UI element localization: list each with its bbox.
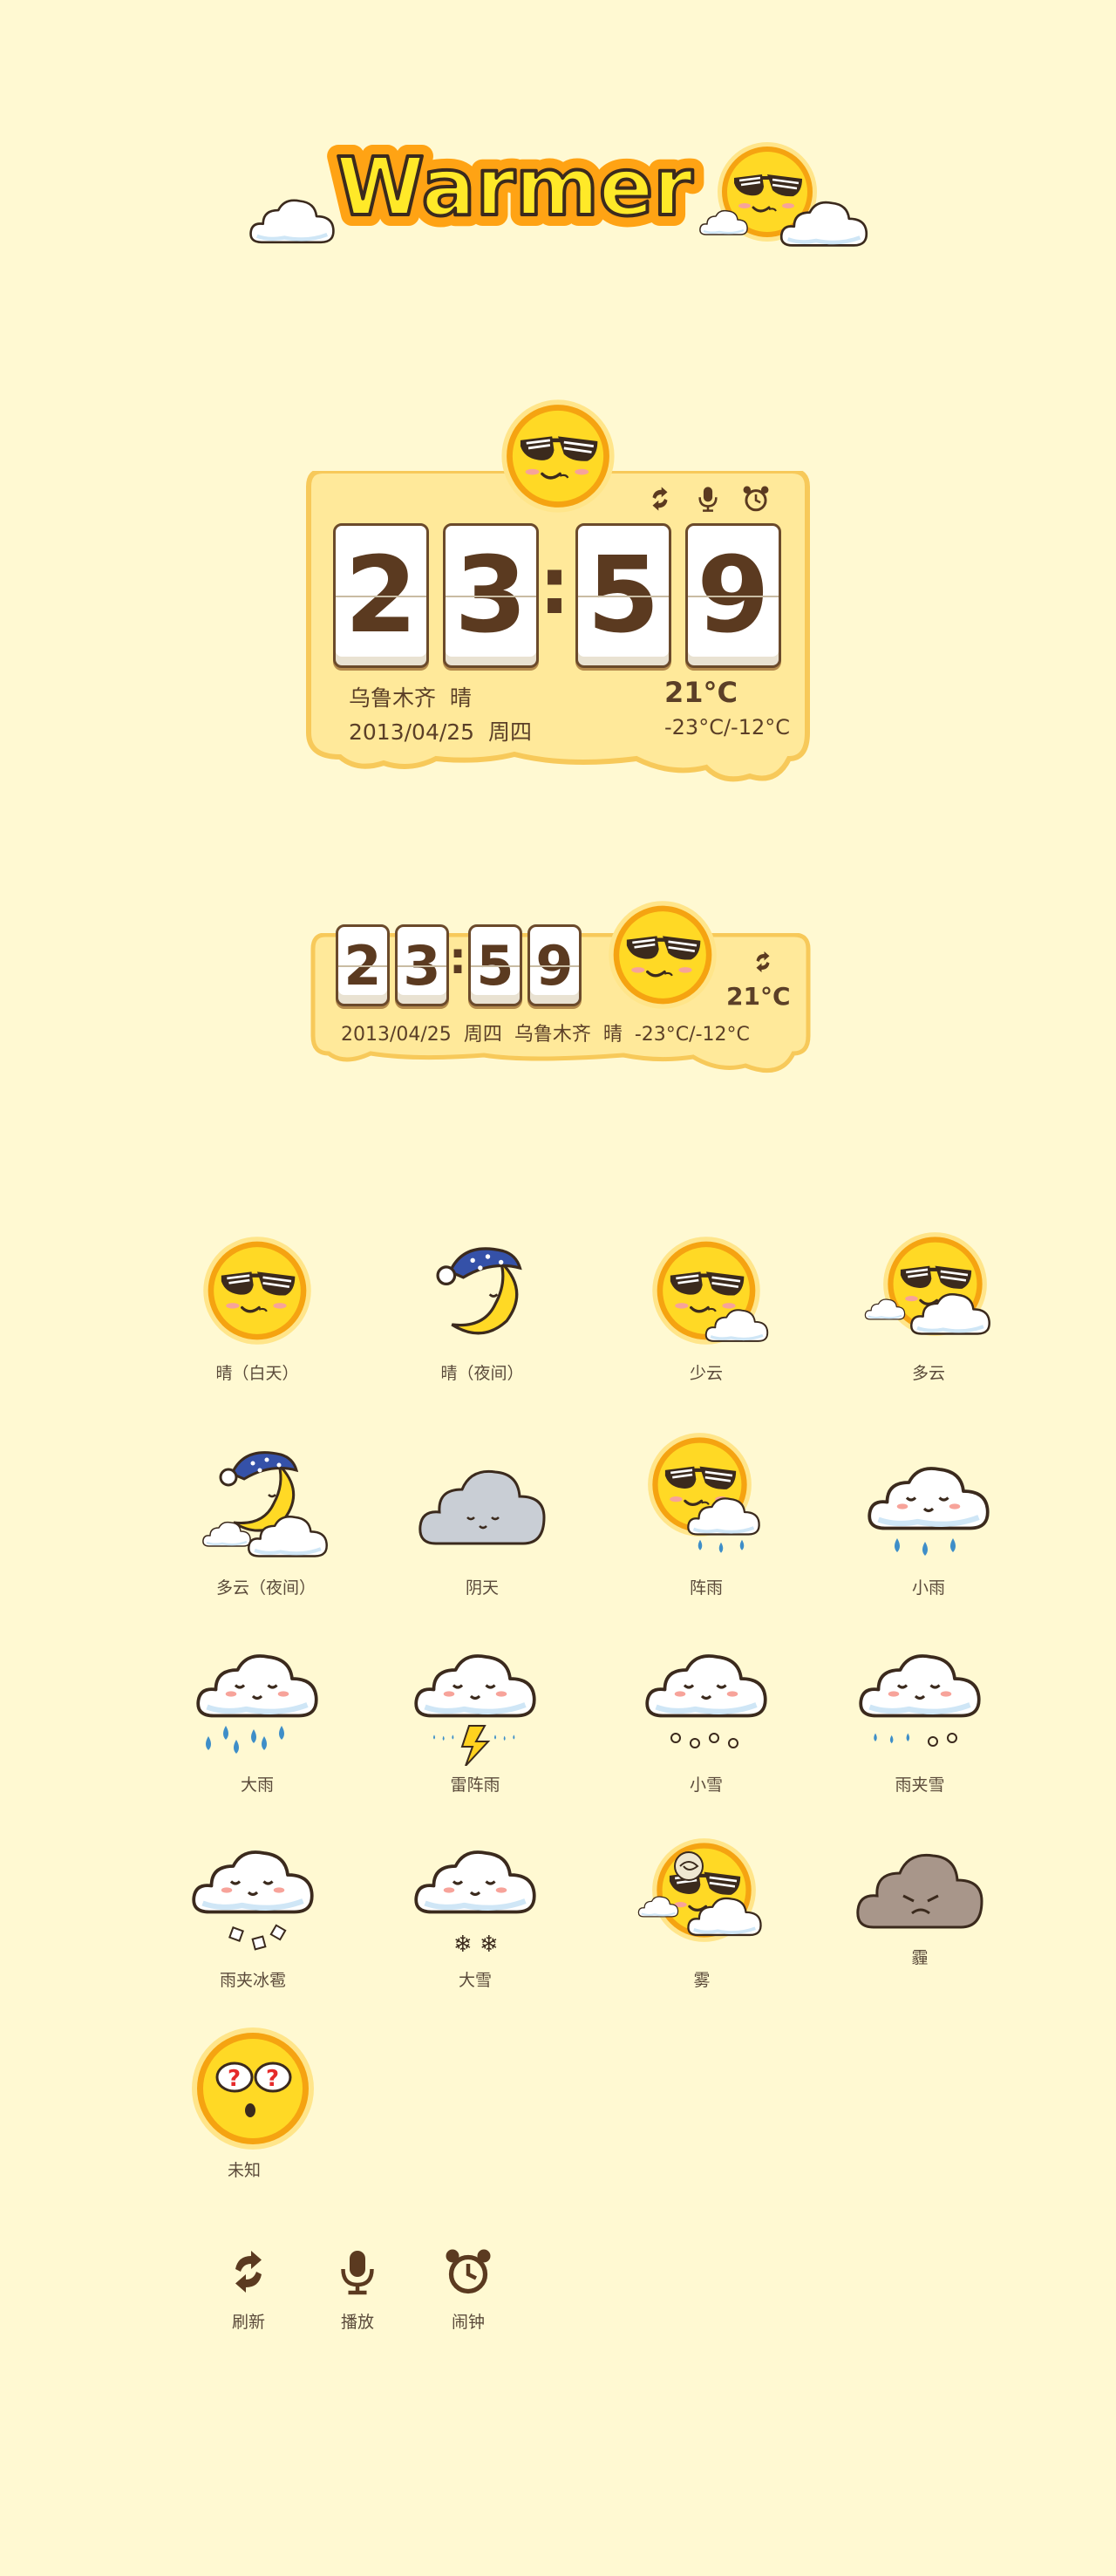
widget-sun-icon: [499, 397, 617, 515]
weekday: 周四: [488, 719, 533, 745]
hour-ones-digit: 3: [443, 523, 539, 668]
hail-icon: [187, 1831, 318, 1951]
weather-label-thunderstorm: 雷阵雨: [450, 1775, 500, 1795]
compact-weather: 晴: [602, 1024, 623, 1046]
unknown-icon: ? ?: [192, 2027, 314, 2150]
weather-label-cloudy: 多云: [911, 1364, 945, 1383]
date-line: 2013/04/25 周四: [349, 715, 532, 746]
sun-sunglasses-icon: [201, 1235, 313, 1346]
weather-label-heavy-rain: 大雨: [240, 1775, 274, 1795]
date: 2013/04/25: [349, 719, 475, 745]
compact-temperature-range: -23°C/-12°C: [634, 1024, 750, 1046]
app-logo: Warmer Warmer: [244, 122, 872, 270]
cloud-small-icon: [698, 209, 749, 236]
svg-text:?: ?: [266, 2066, 279, 2092]
weather-label-sunny-day: 晴（白天）: [215, 1364, 299, 1383]
weather-label-unknown: 未知: [227, 2161, 261, 2180]
compact-clock-widget[interactable]: 2 3 : 5 9 21°C 2013/04/25 周四 乌鲁木齐 晴 -23°…: [310, 898, 811, 1086]
weather-label-hail: 雨夹冰雹: [219, 1971, 286, 1990]
thunderstorm-icon: [410, 1635, 541, 1766]
weather-label-few-clouds: 少云: [689, 1364, 723, 1383]
temperature-range: -23°C/-12°C: [664, 715, 790, 739]
sleet-icon: [854, 1635, 985, 1747]
compact-info-line: 2013/04/25 周四 乌鲁木齐 晴 -23°C/-12°C: [341, 1019, 750, 1046]
compact-minute-tens-digit: 5: [468, 924, 522, 1006]
minute-tens-digit: 5: [575, 523, 671, 668]
weather-label-fog: 雾: [693, 1971, 711, 1990]
weather-label-sleet: 雨夹雪: [895, 1775, 945, 1795]
weather-label-heavy-snow: 大雪: [458, 1971, 492, 1990]
compact-city: 乌鲁木齐: [514, 1024, 591, 1046]
weather-label-light-rain: 小雨: [911, 1578, 945, 1598]
light-rain-icon: [863, 1439, 994, 1556]
compact-hour-ones-digit: 3: [395, 924, 449, 1006]
time-colon: :: [539, 541, 570, 632]
weather-label-light-snow: 小雪: [689, 1775, 723, 1795]
weather-condition: 晴: [449, 685, 472, 711]
compact-current-temperature: 21°C: [726, 982, 791, 1011]
sun-clouds-icon: [864, 1230, 994, 1338]
svg-text:❄: ❄: [453, 1932, 473, 1958]
weather-label-clear-night: 晴（夜间）: [440, 1364, 524, 1383]
svg-text:❄: ❄: [480, 1932, 499, 1958]
compact-time-colon: :: [449, 933, 466, 984]
logo-text: Warmer: [336, 140, 693, 234]
heavy-rain-icon: [192, 1635, 323, 1754]
haze-icon: [856, 1853, 983, 1929]
weather-label-cloudy-night: 多云（夜间）: [215, 1578, 316, 1598]
tool-label-play: 播放: [340, 2313, 374, 2332]
compact-refresh-icon[interactable]: [750, 949, 776, 975]
compact-weekday: 周四: [463, 1024, 502, 1046]
city-name: 乌鲁木齐: [349, 685, 437, 711]
minute-ones-digit: 9: [685, 523, 781, 668]
large-clock-widget[interactable]: 2 3 : 5 9 乌鲁木齐 晴 2013/04/25 周四 21°C -23°…: [305, 397, 811, 798]
weather-label-haze: 霾: [911, 1948, 929, 1967]
sun-rain-icon: [646, 1431, 761, 1553]
tool-label-refresh: 刷新: [231, 2313, 265, 2332]
compact-hour-tens-digit: 2: [336, 924, 390, 1006]
current-temperature: 21°C: [664, 676, 738, 709]
location-weather-line: 乌鲁木齐 晴: [349, 681, 472, 712]
grey-cloud-icon: [418, 1469, 546, 1545]
refresh-icon[interactable]: [645, 484, 675, 514]
sun-small-cloud-icon: [650, 1235, 769, 1346]
weather-label-shower: 阵雨: [689, 1578, 723, 1598]
alarm-clock-icon[interactable]: [741, 484, 771, 514]
compact-sun-icon: [606, 898, 719, 1012]
weather-label-overcast: 阴天: [465, 1578, 499, 1598]
tool-microphone-icon[interactable]: [331, 2245, 384, 2298]
cloud-right-icon: [776, 194, 872, 256]
moon-nightcap-icon: [436, 1247, 521, 1335]
compact-minute-ones-digit: 9: [527, 924, 582, 1006]
logo-wordmark: Warmer Warmer: [324, 129, 704, 245]
moon-clouds-icon: [201, 1451, 331, 1570]
tool-label-alarm: 闹钟: [451, 2313, 485, 2332]
tool-refresh-icon[interactable]: [222, 2245, 275, 2298]
fog-icon: [637, 1837, 763, 1944]
heavy-snow-icon: ❄ ❄: [410, 1831, 541, 1958]
light-snow-icon: [641, 1635, 772, 1748]
compact-date: 2013/04/25: [341, 1024, 452, 1046]
svg-text:?: ?: [228, 2066, 241, 2092]
tool-alarm-clock-icon[interactable]: [442, 2245, 494, 2298]
hour-tens-digit: 2: [333, 523, 429, 668]
microphone-icon[interactable]: [693, 484, 723, 514]
